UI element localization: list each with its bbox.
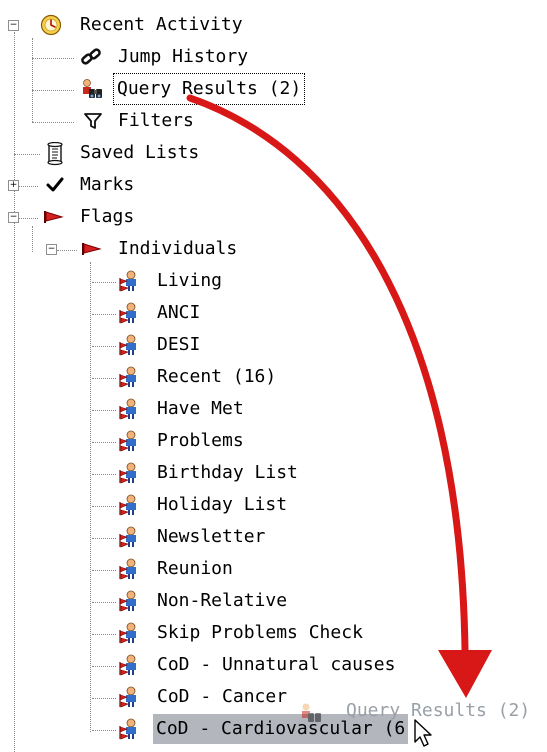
red-flag-icon: [80, 238, 102, 260]
tree-node-label: Query Results (2): [112, 73, 306, 105]
tree-node-flag-item[interactable]: DESI: [0, 330, 440, 360]
collapse-toggle[interactable]: −: [8, 20, 19, 31]
person-flag-icon: [118, 462, 140, 484]
tree-node-flags[interactable]: − Flags: [0, 202, 180, 232]
person-flag-icon: [118, 302, 140, 324]
tree-node-label: Reunion: [157, 558, 233, 579]
tree-node-flag-item[interactable]: Living: [0, 266, 440, 296]
tree-node-label: Skip Problems Check: [157, 622, 363, 643]
tree-node-label: Living: [157, 270, 223, 291]
tree-node-label: Holiday List: [157, 494, 288, 515]
tree-node-flag-item[interactable]: Non-Relative: [0, 586, 440, 616]
scroll-list-icon: [44, 141, 66, 166]
tree-node-label: CoD - Cancer: [157, 686, 288, 707]
drag-ghost-label: Query Results (2): [346, 700, 531, 721]
person-flag-icon: [118, 590, 140, 612]
expand-toggle[interactable]: +: [8, 180, 19, 191]
tree-node-flag-item[interactable]: Birthday List: [0, 458, 440, 488]
tree-node-flag-item[interactable]: Skip Problems Check: [0, 618, 440, 648]
person-flag-icon: [118, 718, 140, 740]
tree-node-label: Recent Activity: [80, 14, 243, 35]
person-flag-icon: [118, 366, 140, 388]
tree-node-individuals[interactable]: − Individuals: [0, 234, 260, 264]
tree-node-label: Birthday List: [157, 462, 298, 483]
checkmark-icon: [44, 174, 66, 196]
person-flag-icon: [118, 686, 140, 708]
tree-node-label: Problems: [157, 430, 244, 451]
person-flag-icon: [118, 334, 140, 356]
tree-node-flag-item[interactable]: Holiday List: [0, 490, 440, 520]
tree-node-flag-item[interactable]: Have Met: [0, 394, 440, 424]
tree-node-label: Filters: [118, 110, 194, 131]
tree-node-label: Individuals: [118, 238, 238, 259]
person-flag-icon: [118, 622, 140, 644]
collapse-toggle[interactable]: −: [46, 244, 57, 255]
tree-node-label: Marks: [80, 174, 135, 195]
tree-node-query-results[interactable]: Query Results (2): [0, 73, 340, 105]
chain-link-icon: [80, 46, 102, 68]
tree-node-filters[interactable]: Filters: [0, 106, 220, 136]
person-flag-icon: [118, 398, 140, 420]
person-flag-icon: [118, 494, 140, 516]
tree-node-label: CoD - Unnatural causes: [157, 654, 396, 675]
clock-icon: [40, 14, 62, 36]
tree-node-flag-item[interactable]: Recent (16): [0, 362, 440, 392]
tree-node-label: Have Met: [157, 398, 244, 419]
tree-node-saved-lists[interactable]: Saved Lists: [0, 138, 240, 168]
person-flag-icon: [118, 430, 140, 452]
tree-node-label: ANCI: [157, 302, 201, 323]
tree-node-flag-item[interactable]: CoD - Unnatural causes: [0, 650, 440, 680]
tree-node-label: Newsletter: [157, 526, 266, 547]
binoculars-person-icon: [80, 78, 102, 100]
mouse-cursor-icon: [414, 719, 432, 747]
tree-node-label: Recent (16): [157, 366, 277, 387]
tree-node-label: Non-Relative: [157, 590, 288, 611]
person-flag-icon: [118, 270, 140, 292]
person-flag-icon: [118, 654, 140, 676]
tree-node-flag-item[interactable]: Problems: [0, 426, 440, 456]
tree-node-jump-history[interactable]: Jump History: [0, 42, 290, 72]
red-flag-icon: [42, 206, 64, 228]
tree-node-flag-item[interactable]: Reunion: [0, 554, 440, 584]
person-flag-icon: [118, 558, 140, 580]
person-flag-icon: [118, 526, 140, 548]
tree-node-flag-item[interactable]: ANCI: [0, 298, 440, 328]
tree-node-marks[interactable]: + Marks: [0, 170, 180, 200]
collapse-toggle[interactable]: −: [8, 212, 19, 223]
tree-node-label: Jump History: [118, 46, 249, 67]
tree-node-flag-item[interactable]: Newsletter: [0, 522, 440, 552]
tree-node-label: DESI: [157, 334, 201, 355]
binoculars-person-icon: [298, 702, 324, 729]
drag-arrow-head: [438, 650, 492, 698]
tree-node-label: Saved Lists: [80, 142, 200, 163]
tree-node-recent-activity[interactable]: − Recent Activity: [0, 10, 260, 40]
funnel-icon: [82, 110, 104, 132]
tree-node-label: Flags: [80, 206, 135, 227]
tree-view: − Recent Activity Jump History Query Res…: [0, 0, 547, 752]
